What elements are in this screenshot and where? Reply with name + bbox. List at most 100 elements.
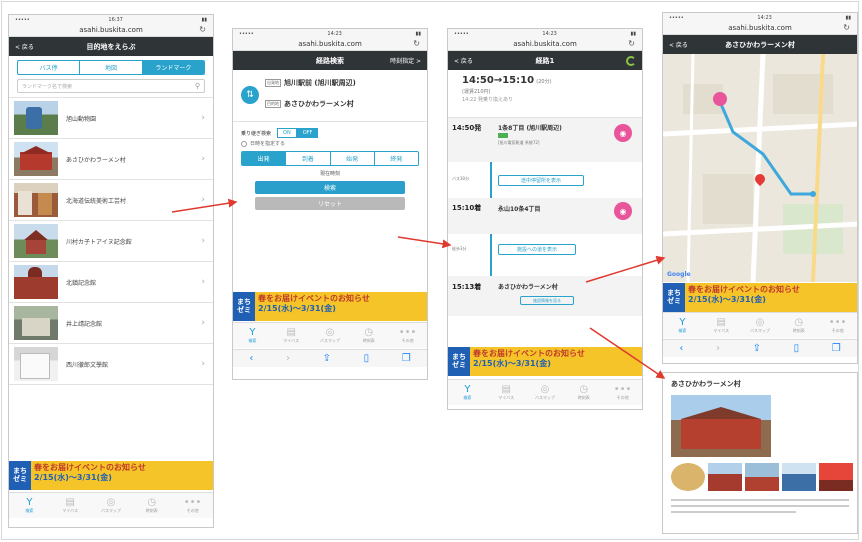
reset-button[interactable]: リセット xyxy=(255,197,405,210)
tab-timetable[interactable]: ◷ 時刻表 xyxy=(779,313,818,338)
facility-thumb[interactable] xyxy=(708,463,742,491)
promo-banner[interactable]: まち ゼミ 春をお届けイベントのお知らせ 2/15(水)〜3/31(金) xyxy=(9,461,213,490)
list-item[interactable]: 旭山動物園 › xyxy=(9,98,213,139)
mode-departure[interactable]: 出発 xyxy=(242,152,287,165)
back-arrow-icon[interactable]: ‹ xyxy=(679,343,683,354)
reload-icon[interactable]: ↻ xyxy=(628,39,635,48)
from-field[interactable]: 旭川駅前 (旭川駅周辺) xyxy=(284,78,356,88)
forward-arrow-icon[interactable]: › xyxy=(716,343,720,354)
summary-fare: (運賃210円) xyxy=(462,89,491,95)
list-item[interactable]: 井上靖記念館 › xyxy=(9,303,213,344)
back-arrow-icon[interactable]: ‹ xyxy=(249,353,253,364)
back-button[interactable]: < 戻る xyxy=(15,42,34,51)
tabs-icon[interactable]: ❐ xyxy=(832,343,841,354)
tab-search[interactable]: Y 検索 xyxy=(663,313,702,338)
stop2-name[interactable]: 永山10条4丁目 xyxy=(498,204,541,213)
stop1-name[interactable]: 1条8丁目 (旭川駅周辺) xyxy=(498,123,562,132)
share-icon[interactable]: ⇪ xyxy=(753,343,761,354)
list-item[interactable]: 川村カ子トアイヌ記念館 › xyxy=(9,221,213,262)
search-tab-icon: Y xyxy=(26,497,33,508)
list-item-label: 北鎮記念館 xyxy=(66,279,97,287)
tab-busmap[interactable]: ◎ バスマップ xyxy=(311,323,350,348)
time-label: 現在時刻 xyxy=(319,171,340,177)
tab-more[interactable]: ••• その他 xyxy=(172,493,213,518)
segment-map[interactable]: 地図 xyxy=(80,61,143,74)
promo-banner[interactable]: まち ゼミ 春をお届けイベントのお知らせ 2/15(水)〜3/31(金) xyxy=(448,347,642,376)
stop3-name[interactable]: あさひかわラーメン村 xyxy=(498,282,558,291)
mode-last[interactable]: 終発 xyxy=(375,152,418,165)
tab-mybus[interactable]: ▤ マイバス xyxy=(50,493,91,518)
more-icon: ••• xyxy=(828,317,847,328)
tab-busmap[interactable]: ◎ バスマップ xyxy=(741,313,780,338)
banner-line-1: 春をお届けイベントのお知らせ xyxy=(473,349,585,358)
show-route-button[interactable]: 施設への道を表示 xyxy=(498,244,576,255)
reload-icon[interactable]: ↻ xyxy=(413,39,420,48)
mode-segment: 出発 到着 始発 終発 xyxy=(241,151,419,166)
share-icon[interactable]: ⇪ xyxy=(323,353,331,364)
tab-more[interactable]: ••• その他 xyxy=(603,380,642,405)
forward-arrow-icon[interactable]: › xyxy=(286,353,290,364)
to-field[interactable]: あさひかわラーメン村 xyxy=(284,99,354,109)
url-bar[interactable]: asahi.buskita.com ↻ xyxy=(9,24,213,37)
facility-thumb[interactable] xyxy=(782,463,816,491)
back-button[interactable]: < 戻る xyxy=(669,40,688,49)
toggle-on[interactable]: ON xyxy=(277,128,297,138)
tab-bar: Y 検索 ▤ マイバス ◎ バスマップ ◷ 時刻表 ••• その他 xyxy=(9,492,213,518)
tab-mybus[interactable]: ▤ マイバス xyxy=(272,323,311,348)
url-bar[interactable]: asahi.buskita.com ↻ xyxy=(448,38,642,51)
segment-bus-stop[interactable]: バス停 xyxy=(18,61,81,74)
transfer-label: 乗り継ぎ検索 xyxy=(241,130,272,137)
search-icon: ⚲ xyxy=(194,82,200,90)
chevron-right-icon: › xyxy=(201,113,205,123)
tab-more[interactable]: ••• その他 xyxy=(388,323,427,348)
bookmarks-icon[interactable]: ▯ xyxy=(364,353,370,364)
promo-banner[interactable]: まち ゼミ 春をお届けイベントのお知らせ 2/15(水)〜3/31(金) xyxy=(233,292,427,321)
swap-icon[interactable]: ⇅ xyxy=(241,86,259,104)
mode-first[interactable]: 始発 xyxy=(331,152,375,165)
list-item[interactable]: 北海道伝統美術工芸村 › xyxy=(9,180,213,221)
facility-thumb[interactable] xyxy=(671,463,705,491)
tab-search[interactable]: Y 検索 xyxy=(9,493,50,518)
reload-icon[interactable]: ↻ xyxy=(199,25,206,34)
time-setting-link[interactable]: 時刻指定 > xyxy=(390,56,421,65)
facility-thumb[interactable] xyxy=(819,463,853,491)
tab-search[interactable]: Y 検索 xyxy=(233,323,272,348)
nav-bar: < 戻る 経路1 xyxy=(448,51,642,70)
back-button[interactable]: < 戻る xyxy=(454,56,473,65)
tab-busmap[interactable]: ◎ バスマップ xyxy=(526,380,565,405)
tab-busmap[interactable]: ◎ バスマップ xyxy=(91,493,132,518)
toggle-off[interactable]: OFF xyxy=(296,128,319,138)
url-bar[interactable]: asahi.buskita.com ↻ xyxy=(663,22,857,35)
search-button[interactable]: 検索 xyxy=(255,181,405,194)
reload-icon[interactable]: ↻ xyxy=(843,23,850,32)
bookmarks-icon[interactable]: ▯ xyxy=(794,343,800,354)
refresh-icon[interactable] xyxy=(626,55,636,66)
walk-duration-label: 徒歩3分 xyxy=(452,246,467,251)
facility-thumb[interactable] xyxy=(745,463,779,491)
tab-timetable[interactable]: ◷ 時刻表 xyxy=(131,493,172,518)
tabs-icon[interactable]: ❐ xyxy=(402,353,411,364)
tab-search[interactable]: Y 検索 xyxy=(448,380,487,405)
facility-detail-button[interactable]: 施設情報を見る xyxy=(520,296,574,305)
tab-mybus[interactable]: ▤ マイバス xyxy=(487,380,526,405)
promo-banner[interactable]: まち ゼミ 春をお届けイベントのお知らせ 2/15(水)〜3/31(金) xyxy=(663,283,857,312)
banner-logo: まち ゼミ xyxy=(233,292,255,321)
browser-toolbar: ‹ › ⇪ ▯ ❐ xyxy=(233,349,427,367)
tab-timetable[interactable]: ◷ 時刻表 xyxy=(564,380,603,405)
show-stops-button[interactable]: 途中停留所を表示 xyxy=(498,175,584,186)
date-radio[interactable] xyxy=(241,140,247,147)
segment-landmark[interactable]: ランドマーク xyxy=(142,61,204,74)
tab-timetable[interactable]: ◷ 時刻表 xyxy=(349,323,388,348)
search-input[interactable]: ランドマーク名で検索 ⚲ xyxy=(17,79,205,93)
list-item[interactable]: 西川徹郎文學館 › xyxy=(9,344,213,385)
url-bar[interactable]: asahi.buskita.com ↻ xyxy=(233,38,427,51)
tab-mybus[interactable]: ▤ マイバス xyxy=(702,313,741,338)
list-item[interactable]: 北鎮記念館 › xyxy=(9,262,213,303)
route-map[interactable]: Google xyxy=(663,54,857,282)
tab-more[interactable]: ••• その他 xyxy=(818,313,857,338)
bus-stop-marker-icon[interactable] xyxy=(713,92,727,106)
banner-line-2: 2/15(水)〜3/31(金) xyxy=(473,358,551,368)
stop1-badge xyxy=(498,133,508,138)
list-item[interactable]: あさひかわラーメン村 › xyxy=(9,139,213,180)
mode-arrival[interactable]: 到着 xyxy=(286,152,331,165)
